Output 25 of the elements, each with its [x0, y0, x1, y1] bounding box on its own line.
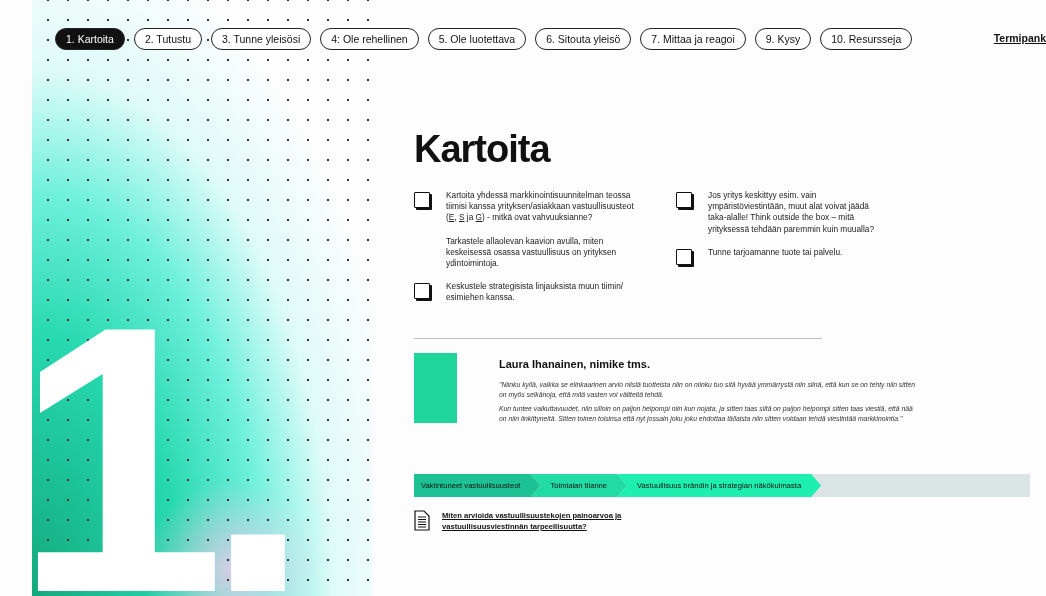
glossary-link[interactable]: Termipank — [993, 31, 1046, 47]
checklist-text: Jos yritys keskittyy esim. vain ympäristöviestintään, muut alat voivat jäädä taka-alalle! Think outside the box – mitä yrityksessä tehdään paremmin kuin muualla? — [708, 190, 876, 235]
nav-tab[interactable]: 7. Mittaa ja reagoi — [640, 28, 746, 50]
checklist-text: Tunne tarjoamanne tuote tai palvelu. — [708, 246, 843, 258]
big-numeral: 1. — [32, 270, 291, 596]
checklist-text: Keskustele strategisista linjauksista muun tiimin/ esimiehen kanssa. — [446, 281, 625, 304]
checkbox[interactable] — [414, 192, 430, 208]
document-icon — [414, 510, 430, 532]
photo-placeholder — [414, 352, 457, 423]
nav-tab[interactable]: 10. Resursseja — [820, 28, 913, 50]
inline-link[interactable]: S — [458, 212, 465, 223]
person-name: Laura Ihanainen, nimike tms. — [499, 356, 651, 372]
checklist-note: Tarkastele allaolevan kaavion avulla, miten keskeisessä osassa vastuullisuus on yrityksen ydintoimintoja. — [446, 235, 618, 270]
nav-tab[interactable]: 4: Ole rehellinen — [320, 28, 419, 50]
checkbox[interactable] — [676, 192, 692, 208]
page-title: Kartoita — [414, 130, 552, 168]
nav-tab[interactable]: 3. Tunne yleisösi — [211, 28, 312, 50]
checkbox[interactable] — [676, 248, 692, 265]
nav-tab[interactable]: 2. Tutustu — [133, 28, 202, 50]
nav-tab[interactable]: 1. Kartoita — [55, 28, 125, 50]
checkbox[interactable] — [414, 283, 430, 300]
nav-tab[interactable]: 6. Sitouta yleisö — [535, 28, 632, 50]
checklist-text: Kartoita yhdessä markkinointisuunnitelman teossa tiimisi kanssa yrityksen/asiakkaan vastuullisuusteot (E, S ja G) - mitkä ovat vahvuuksianne? — [446, 190, 635, 224]
nav-tab[interactable]: 5. Ole luotettava — [427, 28, 527, 50]
nav-tab[interactable]: 9. Kysy — [754, 28, 812, 50]
